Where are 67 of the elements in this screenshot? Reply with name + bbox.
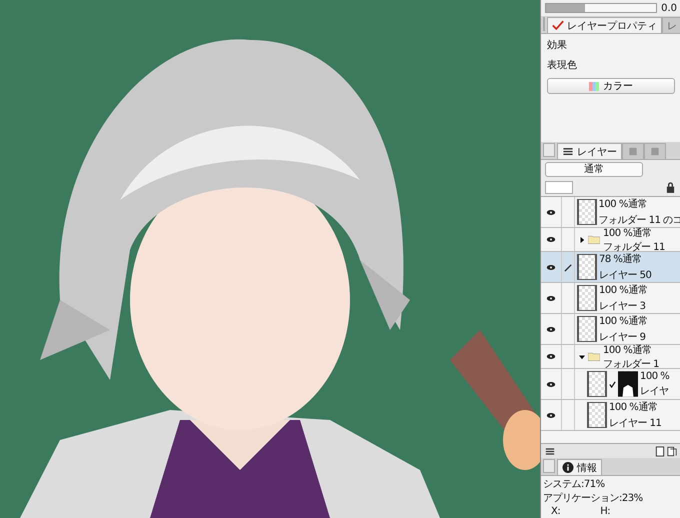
layer-blend-mode: 100 %通常 xyxy=(603,344,652,356)
layer-row[interactable]: 78 %通常 レイヤー 50 xyxy=(541,252,680,283)
color-swatch-icon xyxy=(589,82,599,90)
section-label: 表現色 xyxy=(547,58,577,72)
layer-row[interactable]: 100 %通常 レイヤー 9 xyxy=(541,314,680,345)
layer-thumbnail xyxy=(577,254,597,280)
layer-thumbnail xyxy=(576,199,597,225)
x-label: X: xyxy=(551,506,560,517)
application-usage: アプリケーション:23% xyxy=(543,492,643,505)
layer-name: レイヤー 3 xyxy=(599,300,647,313)
blend-mode-dropdown[interactable]: 通常 xyxy=(545,162,643,177)
new-page-icon[interactable] xyxy=(655,446,665,456)
layer-name: レイヤー 50 xyxy=(599,269,652,282)
layer-blend-mode: 78 %通常 xyxy=(599,252,642,266)
section-label: 効果 xyxy=(547,38,567,52)
layer-blend-mode: 100 %通常 xyxy=(598,198,648,211)
layers-icon[interactable] xyxy=(545,446,555,456)
eye-icon[interactable] xyxy=(546,294,556,302)
eye-icon[interactable] xyxy=(546,353,556,360)
layer-row[interactable]: 100 %通常 フォルダー 11 のコ xyxy=(541,197,680,228)
layer-blend-mode: 100 %通常 xyxy=(603,226,652,240)
mask-thumbnail xyxy=(618,371,638,397)
expand-arrow-icon[interactable] xyxy=(579,236,585,242)
layers-icon xyxy=(562,146,574,157)
layer-blend-mode: 100 %通常 xyxy=(599,284,648,297)
layer-name: フォルダー 11 のコ xyxy=(598,214,680,227)
panel-tab[interactable]: レ xyxy=(662,17,680,33)
layer-blend-mode: 100 % xyxy=(640,370,670,382)
tab-label: レイヤー xyxy=(577,146,617,158)
copy-page-icon[interactable] xyxy=(667,446,677,456)
slider-thumb[interactable] xyxy=(546,4,585,12)
info-icon xyxy=(562,462,574,473)
layer-thumbnail xyxy=(577,285,597,311)
layer-thumbnail xyxy=(577,316,597,342)
layer-name: フォルダー 1 xyxy=(603,358,660,370)
layer-row[interactable]: 100 %通常 レイヤー 11 xyxy=(541,400,680,431)
layer-blend-mode: 100 %通常 xyxy=(599,314,648,328)
folder-icon xyxy=(588,352,600,361)
eye-icon[interactable] xyxy=(546,380,556,388)
panel-tab[interactable]: 情報 xyxy=(557,459,602,475)
check-icon xyxy=(609,380,616,388)
eye-icon[interactable] xyxy=(546,326,556,332)
slider[interactable] xyxy=(545,3,658,13)
checkmark-icon xyxy=(552,20,564,31)
lock-icon[interactable] xyxy=(666,182,675,193)
layer-thumbnail xyxy=(587,402,607,428)
layer-row[interactable]: 100 %通常 レイヤー 3 xyxy=(541,283,680,314)
layer-name: レイヤー 9 xyxy=(599,331,647,344)
layer-name: レイヤー 11 xyxy=(609,417,662,430)
system-usage: システム:71% xyxy=(543,478,605,491)
layer-row[interactable]: 100 % レイヤ xyxy=(541,369,680,400)
layer-row[interactable]: 100 %通常 フォルダー 1 xyxy=(541,345,680,369)
h-label: H: xyxy=(600,506,610,517)
eye-icon[interactable] xyxy=(546,264,556,270)
eye-icon[interactable] xyxy=(546,412,556,418)
layer-name: フォルダー 11 xyxy=(603,240,665,254)
layer-name: レイヤ xyxy=(640,384,670,398)
eye-icon[interactable] xyxy=(546,236,556,243)
layer-thumbnail xyxy=(587,371,607,397)
expand-arrow-icon[interactable] xyxy=(579,354,585,360)
color-button[interactable]: カラー xyxy=(547,78,675,94)
folder-icon xyxy=(588,235,600,244)
slider-value: 0.0 xyxy=(661,2,677,14)
panel-tab[interactable]: レイヤー xyxy=(557,143,622,159)
eye-icon[interactable] xyxy=(546,208,556,216)
panel-tab[interactable]: レイヤープロパティ xyxy=(547,17,662,33)
layer-blend-mode: 100 %通常 xyxy=(609,400,658,414)
